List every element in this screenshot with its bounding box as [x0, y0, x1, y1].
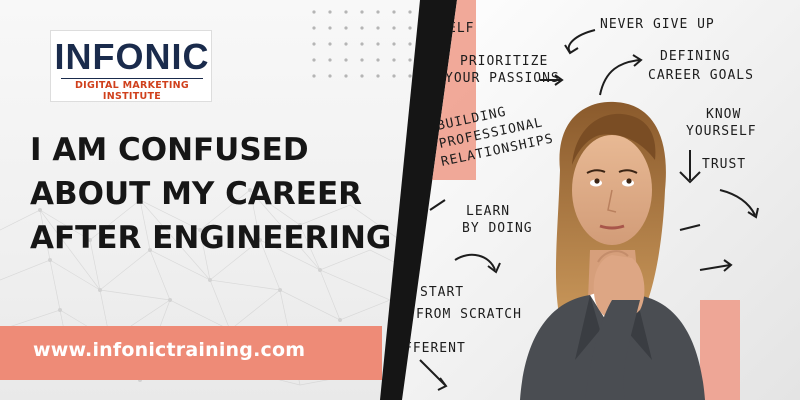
board-word: FROM SCRATCH	[416, 307, 522, 322]
board-word: PRIORITIZE	[460, 54, 548, 69]
board-word: LEARN	[466, 204, 510, 219]
board-word: DEFINING	[660, 49, 731, 64]
board-word: FFERENT	[404, 341, 466, 356]
board-word: YOURSELF	[686, 124, 757, 139]
board-word: YOUR PASSIONS	[445, 71, 560, 86]
photo-panel: ELF NEVER GIVE UP PRIORITIZE YOUR PASSIO…	[380, 0, 800, 400]
board-word: KNOW	[706, 107, 741, 122]
board-word: NEVER GIVE UP	[600, 17, 715, 32]
board-word: TRUST	[702, 157, 746, 172]
board-word: START	[420, 285, 464, 300]
board-word: BY DOING	[462, 221, 533, 236]
banner: INFONIC DIGITAL MARKETING INSTITUTE I AM…	[0, 0, 800, 400]
board-word: CAREER GOALS	[648, 68, 754, 83]
accent-stripe	[700, 300, 740, 400]
